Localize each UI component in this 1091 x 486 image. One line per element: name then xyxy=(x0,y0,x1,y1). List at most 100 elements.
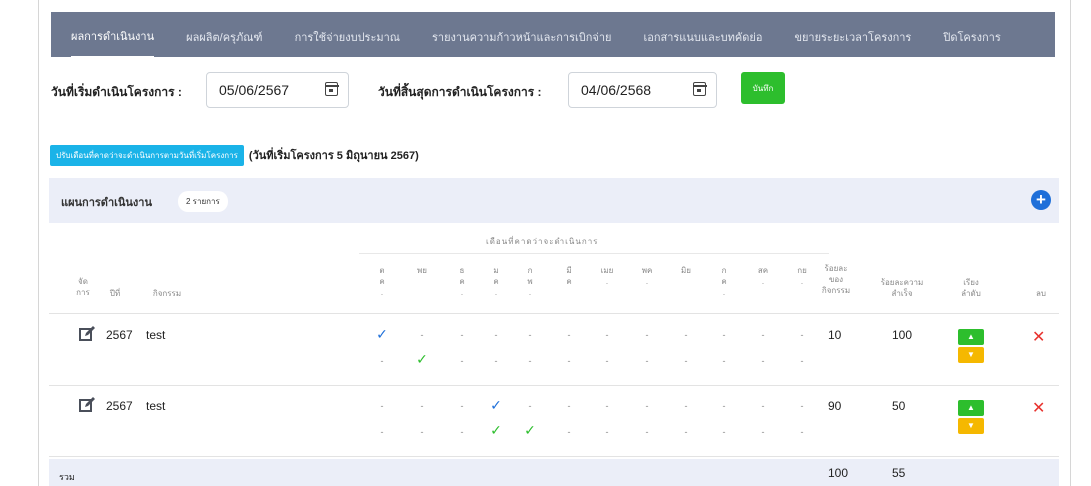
add-plan-icon[interactable]: + xyxy=(1031,190,1051,210)
actual-empty-mark: - xyxy=(380,427,384,437)
months-header-divider xyxy=(359,253,829,254)
actual-empty-mark: - xyxy=(567,356,571,366)
col-pct-activity-header: ร้อยละ ของ กิจกรรม xyxy=(816,263,856,296)
tab-5[interactable]: ขยายระยะเวลาโครงการ xyxy=(794,13,911,57)
actual-empty-mark: - xyxy=(722,427,726,437)
plan-empty-mark: - xyxy=(761,401,765,411)
plan-empty-mark: - xyxy=(645,330,649,340)
col-month-header-line: . xyxy=(800,277,804,286)
end-date-input[interactable]: 04/06/2568 xyxy=(568,72,717,108)
tab-6[interactable]: ปิดโครงการ xyxy=(943,13,1000,57)
start-date-value: 05/06/2567 xyxy=(219,82,290,98)
start-date-label: วันที่เริ่มดำเนินโครงการ : xyxy=(51,85,182,99)
tab-bar: ผลการดำเนินงาน ผลผลิต/ครุภัณฑ์ การใช้จ่ายง… xyxy=(51,12,1055,58)
edit-icon[interactable] xyxy=(79,396,96,413)
plan-empty-mark: - xyxy=(800,401,804,411)
tab-4[interactable]: เอกสารแนบและบทคัดย่อ xyxy=(643,13,762,57)
summary-pct-success: 55 xyxy=(892,466,906,480)
col-pct-activity-header-line: ร้อยละ xyxy=(824,264,848,273)
plan-empty-mark: - xyxy=(722,401,726,411)
delete-icon[interactable]: ✕ xyxy=(1032,398,1045,418)
row-pct-success: 50 xyxy=(892,399,906,413)
plan-check-icon: ✓ xyxy=(376,326,388,342)
col-manage-header-line: การ xyxy=(76,288,90,297)
col-pct-success-header-line: ร้อยละความ xyxy=(880,278,924,287)
actual-check-icon: ✓ xyxy=(416,351,428,367)
col-month-header-line: สค xyxy=(757,266,769,275)
col-month-header-line: ค xyxy=(566,277,572,286)
actual-empty-mark: - xyxy=(722,356,726,366)
col-month-header-line: พค xyxy=(641,266,653,275)
row-year: 2567 xyxy=(106,328,133,342)
move-down-button[interactable]: ▼ xyxy=(958,418,984,434)
actual-empty-mark: - xyxy=(460,427,464,437)
actual-empty-mark: - xyxy=(605,356,609,366)
col-year-header: ปีที่ xyxy=(109,289,121,298)
actual-empty-mark: - xyxy=(494,356,498,366)
header-divider xyxy=(49,313,1059,314)
row-divider xyxy=(49,456,1059,457)
col-order-header-line: ลำดับ xyxy=(961,289,981,298)
col-month-header: เมย. xyxy=(596,265,618,287)
col-month-header-line: มี xyxy=(566,266,572,275)
col-month-header: พย xyxy=(411,265,433,276)
move-up-button[interactable]: ▲ xyxy=(958,400,984,416)
months-header: เดือนที่คาดว่าจะดำเนินการ xyxy=(486,237,599,246)
col-month-header-line: ก xyxy=(527,266,533,275)
actual-empty-mark: - xyxy=(460,356,464,366)
col-month-header-line: . xyxy=(605,277,609,286)
calendar-icon[interactable] xyxy=(324,82,339,96)
move-up-button[interactable]: ▲ xyxy=(958,329,984,345)
plan-empty-mark: - xyxy=(528,330,532,340)
row-year: 2567 xyxy=(106,399,133,413)
end-date-value: 04/06/2568 xyxy=(581,82,652,98)
plan-empty-mark: - xyxy=(722,330,726,340)
tab-3[interactable]: รายงานความก้าวหน้าและการเบิกจ่าย xyxy=(432,13,611,57)
end-date-label: วันที่สิ้นสุดการดำเนินโครงการ : xyxy=(378,85,542,99)
plan-empty-mark: - xyxy=(420,401,424,411)
actual-empty-mark: - xyxy=(800,427,804,437)
col-month-header: ธค. xyxy=(451,265,473,298)
move-down-button[interactable]: ▼ xyxy=(958,347,984,363)
col-pct-activity-header-line: ของ xyxy=(828,275,844,284)
col-pct-success-header: ร้อยละความ สำเร็จ xyxy=(877,277,927,299)
plan-title: แผนการดำเนินงาน xyxy=(61,197,152,209)
row-pct-activity: 10 xyxy=(828,328,842,342)
col-manage-header-line: จัด xyxy=(78,277,88,286)
col-month-header-line: ต xyxy=(379,266,385,275)
project-start-note: (วันที่เริ่มโครงการ 5 มิถุนายน 2567) xyxy=(248,150,419,162)
actual-empty-mark: - xyxy=(420,427,424,437)
plan-empty-mark: - xyxy=(494,330,498,340)
col-month-header: กพ. xyxy=(519,265,541,298)
actual-empty-mark: - xyxy=(528,356,532,366)
plan-empty-mark: - xyxy=(528,401,532,411)
plan-empty-mark: - xyxy=(684,401,688,411)
col-month-header-line: . xyxy=(528,288,532,297)
actual-check-icon: ✓ xyxy=(524,422,536,438)
item-count-badge: 2 รายการ xyxy=(178,191,228,212)
col-month-header-line: ค xyxy=(459,277,465,286)
actual-empty-mark: - xyxy=(684,427,688,437)
actual-empty-mark: - xyxy=(605,427,609,437)
col-month-header-line: . xyxy=(460,288,464,297)
col-month-header: สค. xyxy=(752,265,774,287)
delete-icon[interactable]: ✕ xyxy=(1032,327,1045,347)
adjust-months-button[interactable]: ปรับเดือนที่คาดว่าจะดำเนินการตามวันที่เร… xyxy=(50,144,244,166)
col-month-header-line: . xyxy=(380,288,384,297)
calendar-icon[interactable] xyxy=(692,82,707,96)
col-month-header-line: มิย xyxy=(681,266,691,275)
start-date-input[interactable]: 05/06/2567 xyxy=(206,72,349,108)
actual-empty-mark: - xyxy=(684,356,688,366)
actual-empty-mark: - xyxy=(761,427,765,437)
tab-0[interactable]: ผลการดำเนินงาน xyxy=(71,12,155,58)
plan-empty-mark: - xyxy=(645,401,649,411)
col-order-header: เรียง ลำดับ xyxy=(955,277,987,299)
col-month-header-line: กย xyxy=(797,266,807,275)
edit-icon[interactable] xyxy=(79,325,96,342)
tab-1[interactable]: ผลผลิต/ครุภัณฑ์ xyxy=(186,13,262,57)
col-month-header: ตค. xyxy=(371,265,393,298)
plan-empty-mark: - xyxy=(380,401,384,411)
save-button[interactable]: บันทึก xyxy=(741,72,785,104)
tab-2[interactable]: การใช้จ่ายงบประมาณ xyxy=(295,13,400,57)
row-pct-success: 100 xyxy=(892,328,913,342)
